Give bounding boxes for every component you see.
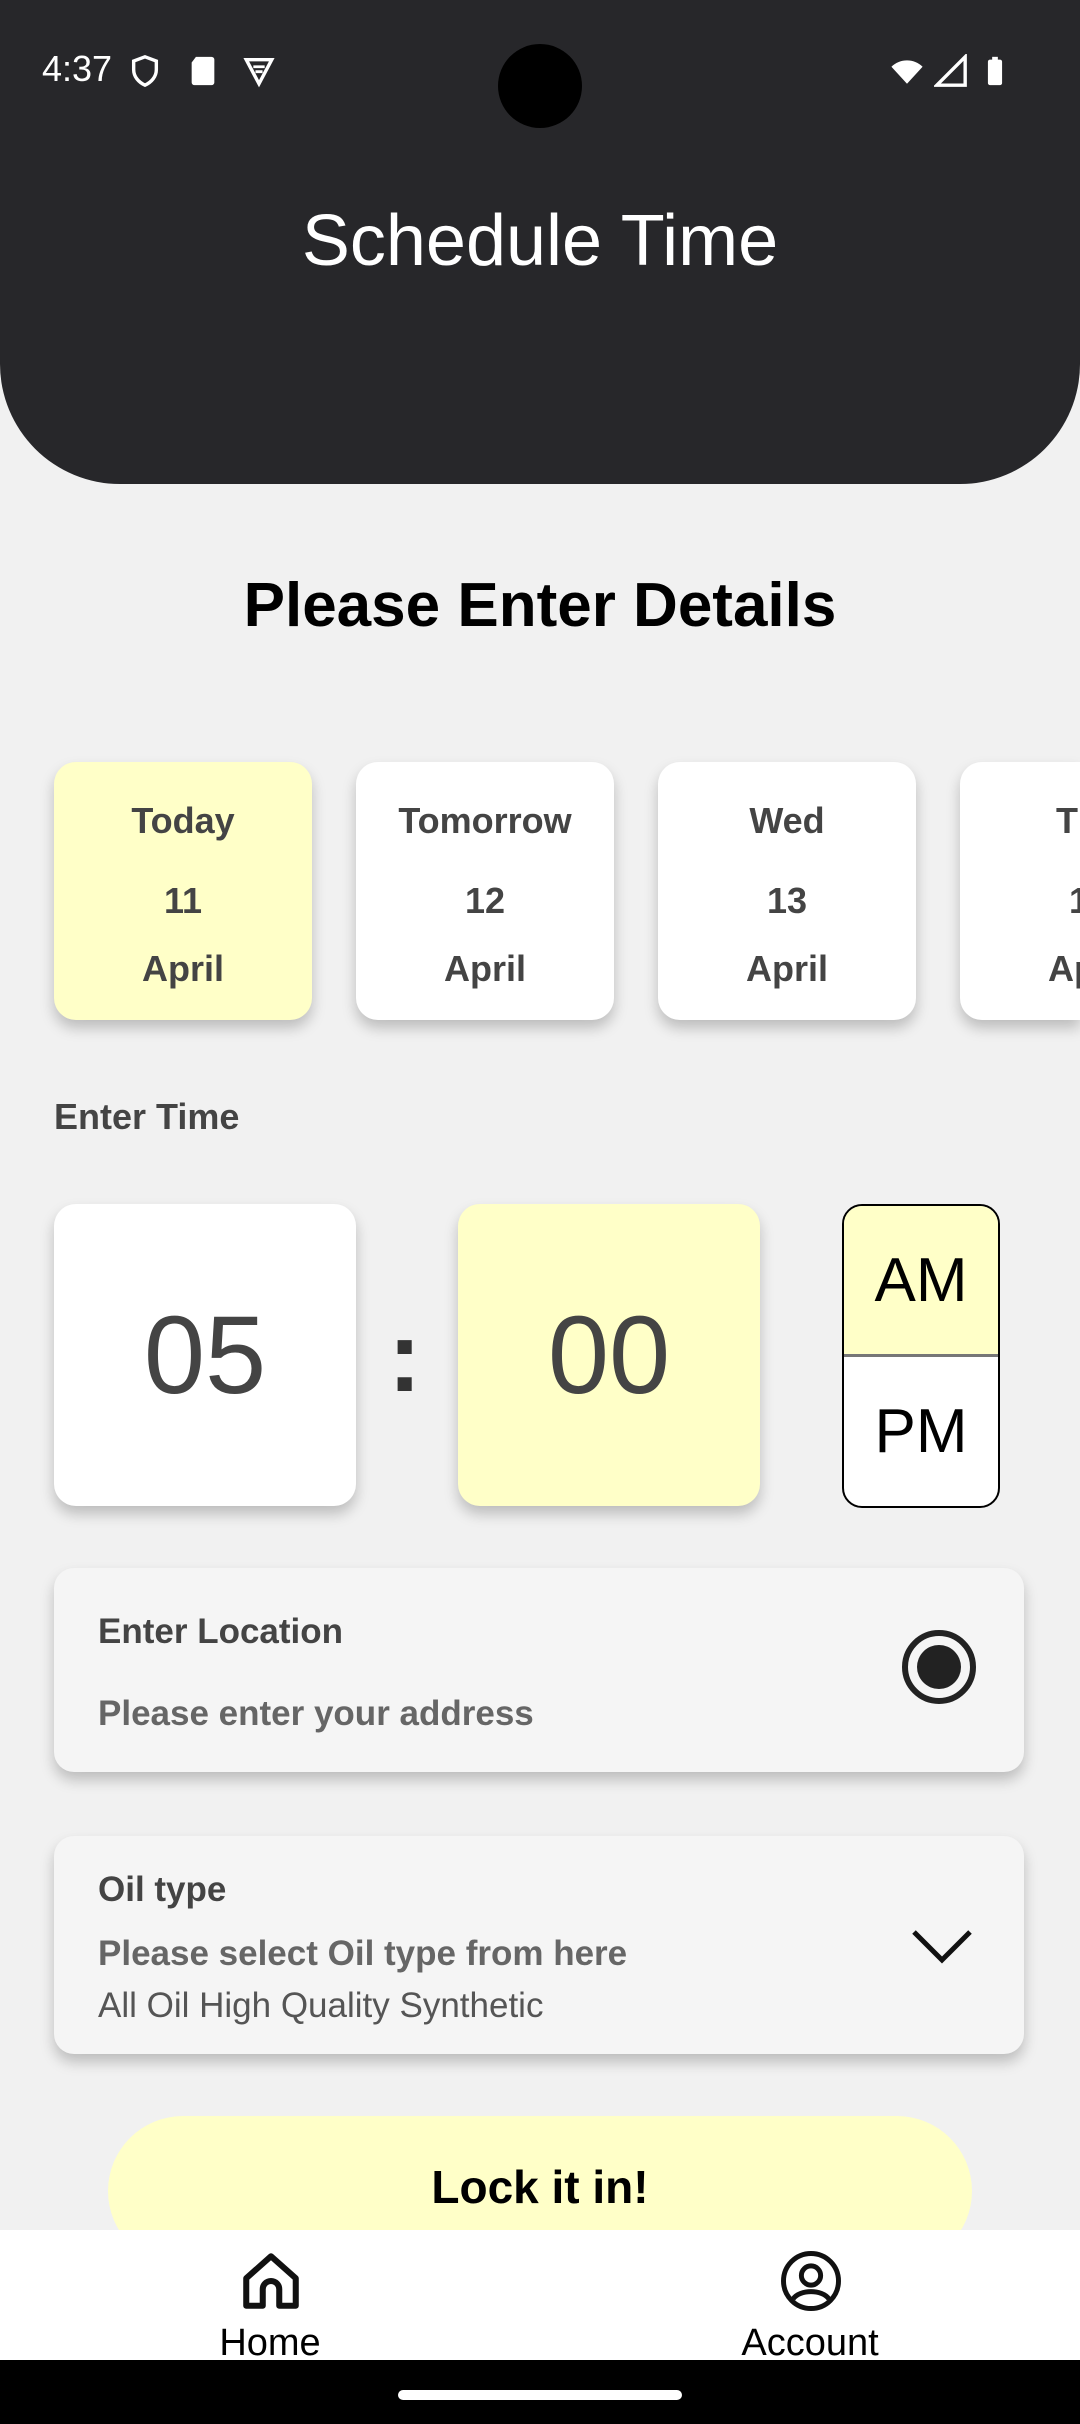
date-card-thu[interactable]: Thu 14 April — [960, 762, 1080, 1020]
oil-type-card[interactable]: Oil type Please select Oil type from her… — [54, 1836, 1024, 2054]
account-icon — [781, 2251, 841, 2311]
date-month: April — [141, 948, 224, 989]
date-number: 12 — [464, 880, 506, 921]
time-separator: : — [388, 1301, 422, 1413]
sd-card-icon — [191, 56, 215, 86]
date-month: April — [443, 948, 526, 989]
battery-icon — [987, 56, 1003, 86]
minute-input[interactable]: 00 — [458, 1204, 760, 1506]
hour-input[interactable]: 05 — [54, 1204, 356, 1506]
page-title: Schedule Time — [301, 201, 779, 281]
location-input[interactable]: Please enter your address — [98, 1694, 534, 1734]
enter-time-label: Enter Time — [54, 1096, 240, 1137]
date-number: 11 — [163, 880, 203, 921]
date-number: 14 — [1068, 880, 1080, 921]
header-bar: 4:37 Schedule Time — [0, 0, 1080, 484]
date-card-tomorrow[interactable]: Tomorrow 12 April — [356, 762, 614, 1020]
date-day: Wed — [749, 800, 825, 841]
nav-account-label: Account — [741, 2322, 879, 2364]
am-pm-toggle: AM PM — [842, 1204, 1000, 1508]
date-day: Today — [131, 800, 235, 841]
pm-option[interactable]: PM — [844, 1357, 998, 1506]
date-day: Thu — [1056, 800, 1080, 841]
nav-home[interactable]: Home — [120, 2230, 420, 2364]
gesture-handle[interactable] — [398, 2390, 682, 2400]
location-target-icon[interactable] — [900, 1628, 978, 1706]
shield-icon — [131, 55, 159, 88]
chevron-down-icon[interactable] — [910, 1926, 974, 1966]
status-time: 4:37 — [42, 48, 113, 89]
cellular-signal-icon — [934, 54, 967, 87]
bottom-navigation: Home Account — [0, 2230, 1080, 2364]
home-icon — [243, 2253, 299, 2309]
details-heading: Please Enter Details — [243, 571, 837, 640]
date-card-today[interactable]: Today 11 April — [54, 762, 312, 1020]
location-card[interactable]: Enter Location Please enter your address — [54, 1568, 1024, 1772]
date-day: Tomorrow — [398, 800, 572, 841]
date-number: 13 — [766, 880, 808, 921]
camera-cutout — [498, 44, 582, 128]
date-month: April — [1047, 948, 1080, 989]
am-option[interactable]: AM — [844, 1206, 998, 1357]
date-card-wed[interactable]: Wed 13 April — [658, 762, 916, 1020]
nav-home-label: Home — [219, 2322, 321, 2364]
location-title: Enter Location — [98, 1612, 344, 1651]
nav-account[interactable]: Account — [660, 2230, 960, 2364]
oil-type-title: Oil type — [98, 1870, 227, 1909]
oil-type-prompt: Please select Oil type from here — [98, 1934, 628, 1973]
wifi-icon — [891, 60, 923, 84]
oil-type-value: All Oil High Quality Synthetic — [98, 1986, 544, 2025]
status-bar: 4:37 — [0, 0, 1080, 140]
vpn-icon — [243, 57, 275, 88]
date-month: April — [745, 948, 828, 989]
